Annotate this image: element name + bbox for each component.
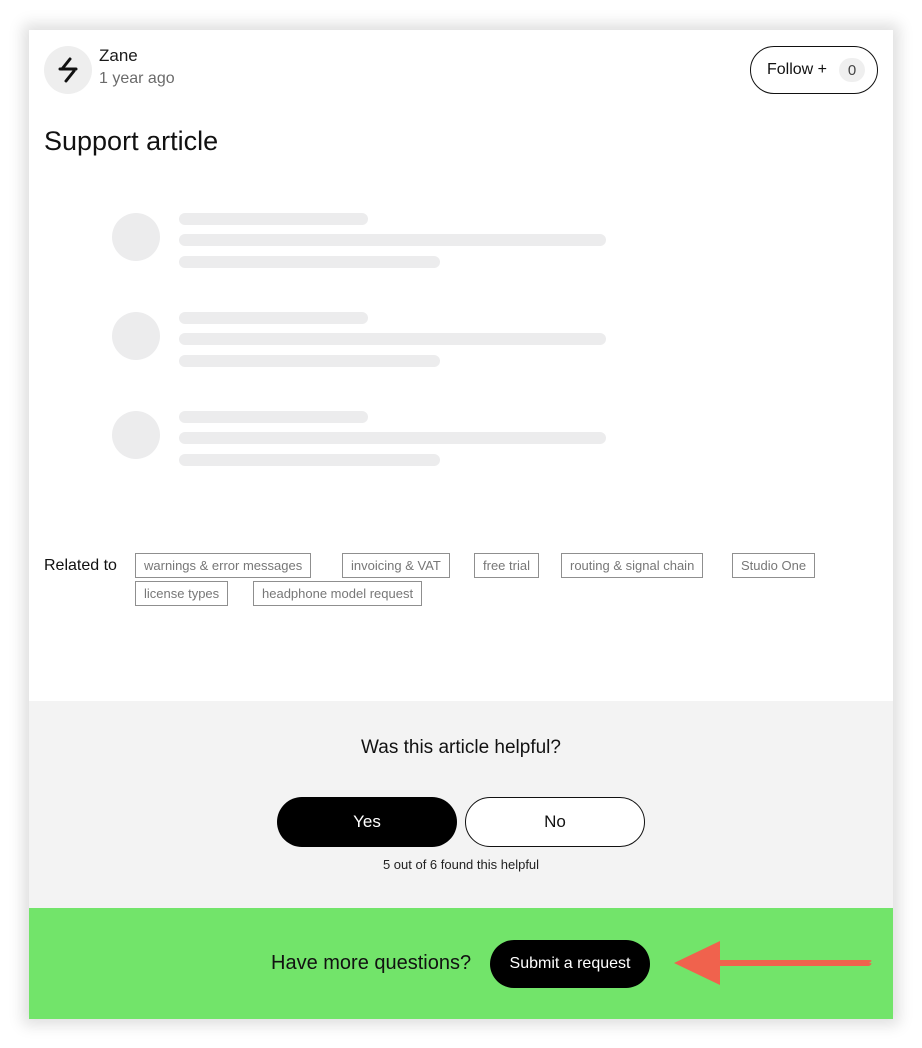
skeleton-line xyxy=(179,454,440,466)
page-title: Support article xyxy=(44,126,219,156)
skeleton-avatar xyxy=(112,411,160,459)
skeleton-line xyxy=(179,256,440,268)
follow-label: Follow + xyxy=(766,61,827,78)
cta-text: Have more questions? xyxy=(271,952,472,974)
strike-logo-icon xyxy=(58,57,78,83)
arrow-left-icon xyxy=(674,941,872,985)
author-avatar[interactable] xyxy=(44,46,92,94)
author-block: Zane 1 year ago xyxy=(44,46,175,94)
cta-banner: Have more questions? Submit a request xyxy=(29,908,893,1019)
tag-invoicing-vat[interactable]: invoicing & VAT xyxy=(342,553,450,578)
tag-license-types[interactable]: license types xyxy=(135,581,229,606)
skeleton-line xyxy=(179,432,606,444)
related-label: Related to xyxy=(44,557,117,574)
skeleton-line xyxy=(179,312,368,324)
tag-free-trial[interactable]: free trial xyxy=(474,553,539,578)
follow-button[interactable]: Follow + 0 xyxy=(750,46,878,94)
skeleton-line xyxy=(179,333,606,345)
post-timestamp: 1 year ago xyxy=(99,70,175,87)
feedback-section: Was this article helpful? Yes No 5 out o… xyxy=(29,701,893,908)
yes-button[interactable]: Yes xyxy=(277,797,457,847)
follower-count-badge: 0 xyxy=(839,58,865,82)
skeleton-line xyxy=(179,411,368,423)
tag-warnings-error-messages[interactable]: warnings & error messages xyxy=(135,553,312,578)
skeleton-avatar xyxy=(112,312,160,360)
skeleton-line xyxy=(179,234,606,246)
tag-routing-signal-chain[interactable]: routing & signal chain xyxy=(561,553,704,578)
skeleton-avatar xyxy=(112,213,160,261)
skeleton-line xyxy=(179,213,368,225)
skeleton-line xyxy=(179,355,440,367)
helpful-count: 5 out of 6 found this helpful xyxy=(382,857,540,872)
submit-request-button[interactable]: Submit a request xyxy=(490,940,650,988)
feedback-question: Was this article helpful? xyxy=(361,737,561,758)
tag-studio-one[interactable]: Studio One xyxy=(732,553,816,578)
tag-headphone-model-request[interactable]: headphone model request xyxy=(253,581,423,606)
no-button[interactable]: No xyxy=(465,797,645,847)
article-card: Zane 1 year ago Follow + 0 Support artic… xyxy=(29,30,893,1019)
author-name[interactable]: Zane xyxy=(99,44,175,68)
